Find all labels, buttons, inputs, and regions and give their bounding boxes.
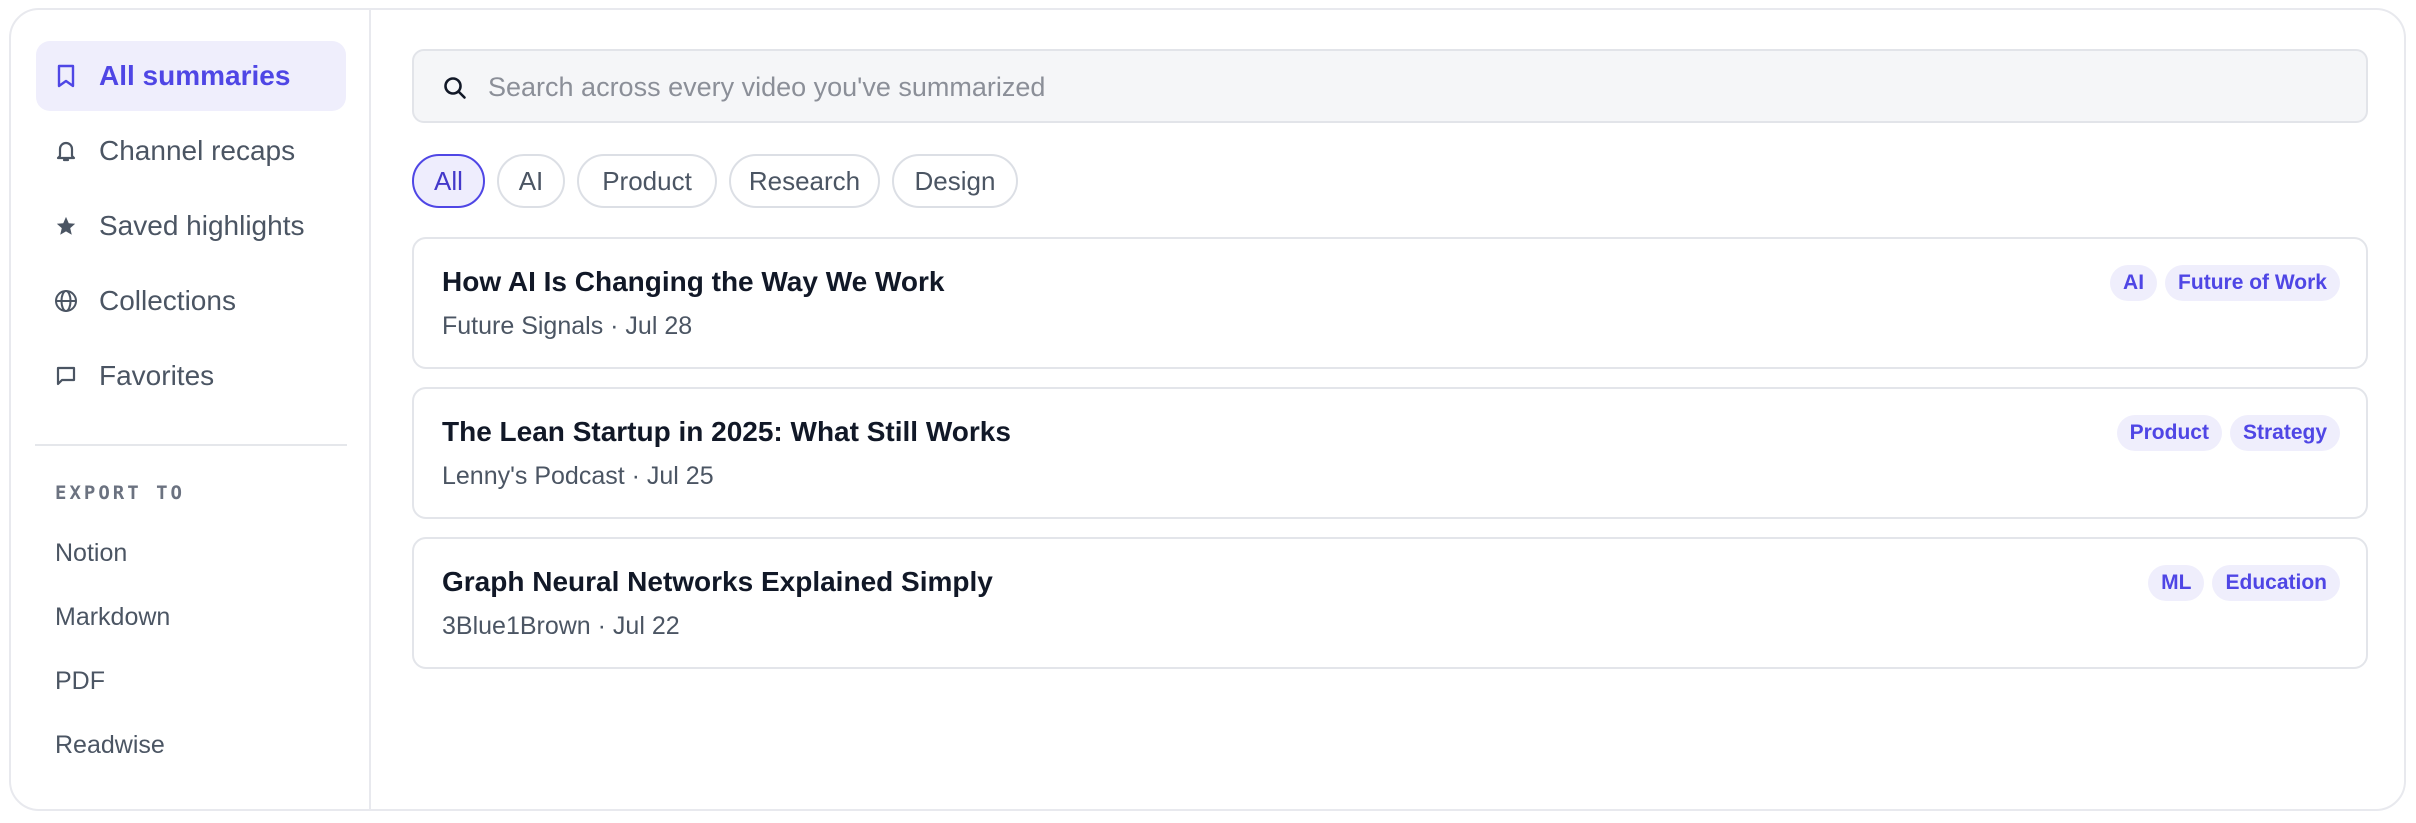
export-markdown-link[interactable]: Markdown [55,602,170,632]
video-meta: 3Blue1Brown · Jul 22 [442,612,680,640]
sidebar-item-collections[interactable]: Collections [36,266,346,336]
export-readwise-link[interactable]: Readwise [55,730,165,760]
sidebar-item-channel-recaps[interactable]: Channel recaps [36,116,346,186]
sidebar-divider [35,444,347,446]
tag-badge: Education [2212,565,2340,601]
tag-list: Product Strategy [2116,415,2340,451]
search-icon [442,75,468,101]
sidebar-item-label: Channel recaps [99,135,296,166]
filter-chip-design[interactable]: Design [892,154,1018,208]
app-window: All summaries Channel recaps Saved highl… [9,8,2406,811]
tag-badge: Future of Work [2165,265,2340,301]
export-notion-link[interactable]: Notion [55,538,127,568]
export-pdf-link[interactable]: PDF [55,666,105,696]
video-title: Graph Neural Networks Explained Simply [442,566,993,597]
video-card[interactable]: How AI Is Changing the Way We Work Futur… [412,237,2368,369]
sidebar: All summaries Channel recaps Saved highl… [11,10,371,809]
export-heading: EXPORT TO [55,482,185,504]
sidebar-item-all-summaries[interactable]: All summaries [36,41,346,111]
sidebar-item-favorites[interactable]: Favorites [36,341,346,411]
video-meta: Lenny's Podcast · Jul 25 [442,462,714,490]
video-meta: Future Signals · Jul 28 [442,312,693,340]
star-icon [54,214,78,238]
search-bar [412,49,2368,123]
sidebar-item-label: Favorites [99,360,215,391]
filter-chip-research[interactable]: Research [729,154,880,208]
filter-chip-product[interactable]: Product [577,154,717,208]
tag-list: ML Education [2148,565,2340,601]
globe-icon [54,289,78,313]
tag-list: AI Future of Work [2110,265,2340,301]
sidebar-item-label: All summaries [99,60,291,91]
tag-badge: ML [2148,565,2205,601]
bookmark-icon [54,64,78,88]
video-card[interactable]: The Lean Startup in 2025: What Still Wor… [412,387,2368,519]
video-title: The Lean Startup in 2025: What Still Wor… [442,416,1011,447]
sidebar-item-saved-highlights[interactable]: Saved highlights [36,191,346,261]
video-card[interactable]: Graph Neural Networks Explained Simply 3… [412,537,2368,669]
bell-icon [54,139,78,163]
sidebar-item-label: Collections [99,285,236,316]
filter-chip-ai[interactable]: AI [497,154,565,208]
tag-badge: AI [2110,265,2158,301]
tag-badge: Strategy [2229,415,2340,451]
sidebar-item-label: Saved highlights [99,210,305,241]
tag-badge: Product [2116,415,2222,451]
message-icon [54,364,78,388]
search-input[interactable] [486,61,2330,113]
filter-chip-all[interactable]: All [412,154,485,208]
video-title: How AI Is Changing the Way We Work [442,266,945,297]
